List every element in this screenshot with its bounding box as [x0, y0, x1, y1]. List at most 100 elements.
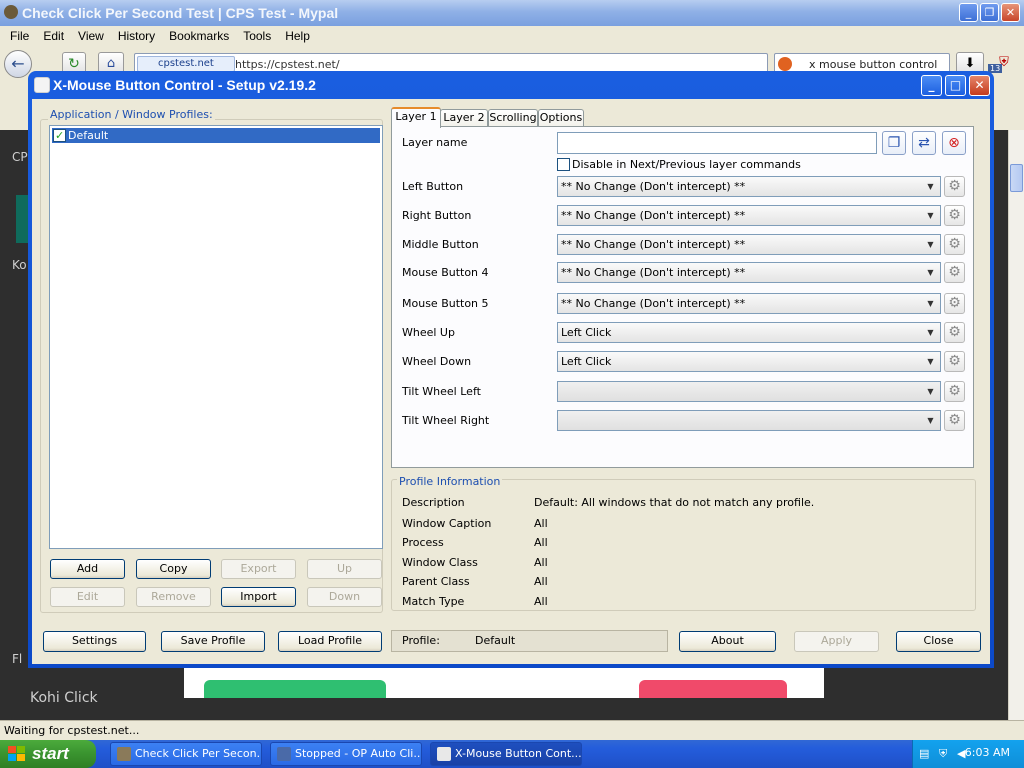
chevron-down-icon[interactable]: ▼ [922, 324, 939, 341]
start-button[interactable]: start [0, 740, 96, 768]
menu-view[interactable]: View [72, 26, 110, 46]
browser-titlebar: Check Click Per Second Test | CPS Test -… [0, 0, 1024, 26]
gear-icon[interactable]: ⚙ [944, 381, 965, 402]
dialog-maximize-icon[interactable]: □ [945, 75, 966, 96]
middle-button-select[interactable]: ** No Change (Don't intercept) ** ▼ [557, 234, 941, 255]
close-button[interactable]: Close [896, 631, 981, 652]
clock[interactable]: 6:03 AM [965, 746, 1010, 759]
profile-list[interactable]: Default [49, 125, 383, 549]
page-pink-button[interactable] [639, 680, 787, 698]
menu-edit[interactable]: Edit [37, 26, 70, 46]
minimize-icon[interactable]: _ [959, 3, 978, 22]
tilt-wheel-right-label: Tilt Wheel Right [402, 414, 490, 427]
search-engine-icon[interactable] [778, 57, 792, 71]
taskbar-item-autoclicker[interactable]: Stopped - OP Auto Cli... [270, 742, 422, 766]
gear-icon[interactable]: ⚙ [944, 410, 965, 431]
settings-button[interactable]: Settings [43, 631, 146, 652]
gear-icon[interactable]: ⚙ [944, 262, 965, 283]
chevron-down-icon[interactable]: ▼ [922, 383, 939, 400]
export-button[interactable]: Export [221, 559, 296, 579]
gear-icon[interactable]: ⚙ [944, 176, 965, 197]
process-label: Process [402, 536, 444, 549]
description-label: Description [402, 496, 465, 509]
chevron-down-icon[interactable]: ▼ [922, 236, 939, 253]
wheel-up-select[interactable]: Left Click ▼ [557, 322, 941, 343]
profile-name: Default [68, 129, 109, 142]
chevron-down-icon[interactable]: ▼ [922, 412, 939, 429]
page-text-fragment: Ko [12, 258, 27, 272]
about-button[interactable]: About [679, 631, 776, 652]
mouse-button-4-select[interactable]: ** No Change (Don't intercept) ** ▼ [557, 262, 941, 283]
swap-layer-icon[interactable]: ⇄ [912, 131, 936, 155]
disable-layer-label: Disable in Next/Previous layer commands [572, 158, 801, 171]
apply-button[interactable]: Apply [794, 631, 879, 652]
kohi-click-link[interactable]: Kohi Click [30, 690, 98, 706]
taskbar-item-browser[interactable]: Check Click Per Secon... [110, 742, 262, 766]
load-profile-button[interactable]: Load Profile [278, 631, 382, 652]
layer-name-input[interactable] [557, 132, 877, 154]
gear-icon[interactable]: ⚙ [944, 234, 965, 255]
add-button[interactable]: Add [50, 559, 125, 579]
dialog-minimize-icon[interactable]: _ [921, 75, 942, 96]
dialog-body: Application / Window Profiles: Default A… [32, 99, 990, 664]
scrollbar-thumb[interactable] [1010, 164, 1023, 192]
right-button-select[interactable]: ** No Change (Don't intercept) ** ▼ [557, 205, 941, 226]
mouse-button-5-label: Mouse Button 5 [402, 297, 489, 310]
security-shield-icon[interactable]: ⛨ [939, 747, 951, 761]
chevron-down-icon[interactable]: ▼ [922, 207, 939, 224]
tilt-wheel-left-label: Tilt Wheel Left [402, 385, 481, 398]
chevron-down-icon[interactable]: ▼ [922, 295, 939, 312]
close-icon[interactable]: ✕ [1001, 3, 1020, 22]
profile-information-label: Profile Information [397, 475, 503, 488]
windows-logo-icon [8, 746, 26, 762]
chevron-down-icon[interactable]: ▼ [922, 178, 939, 195]
menu-help[interactable]: Help [279, 26, 316, 46]
import-button[interactable]: Import [221, 587, 296, 607]
copy-layer-icon[interactable]: ❐ [882, 131, 906, 155]
gear-icon[interactable]: ⚙ [944, 205, 965, 226]
disable-layer-checkbox[interactable] [557, 158, 570, 171]
tab-options[interactable]: Options [538, 109, 584, 127]
tab-layer-1[interactable]: Layer 1 [391, 107, 441, 128]
gear-icon[interactable]: ⚙ [944, 351, 965, 372]
current-profile-panel: Profile: Default [391, 630, 668, 652]
window-class-label: Window Class [402, 556, 478, 569]
restore-icon[interactable]: ❐ [980, 3, 999, 22]
remove-button[interactable]: Remove [136, 587, 211, 607]
browser-logo-icon [4, 5, 18, 19]
autoclicker-app-icon [277, 747, 291, 761]
wheel-down-select[interactable]: Left Click ▼ [557, 351, 941, 372]
middle-button-label: Middle Button [402, 238, 479, 251]
site-identity-badge[interactable]: cpstest.net [137, 56, 235, 72]
down-button[interactable]: Down [307, 587, 382, 607]
edit-button[interactable]: Edit [50, 587, 125, 607]
clear-layer-icon[interactable]: ⊗ [942, 131, 966, 155]
chevron-down-icon[interactable]: ▼ [922, 353, 939, 370]
taskbar-item-xmouse[interactable]: X-Mouse Button Cont... [430, 742, 582, 766]
page-scrollbar[interactable] [1008, 130, 1024, 720]
tilt-wheel-left-select[interactable]: ▼ [557, 381, 941, 402]
chevron-down-icon[interactable]: ▼ [922, 264, 939, 281]
up-button[interactable]: Up [307, 559, 382, 579]
keyboard-icon[interactable]: ▤ [919, 747, 931, 761]
gear-icon[interactable]: ⚙ [944, 293, 965, 314]
menu-file[interactable]: File [4, 26, 35, 46]
wheel-up-value: Left Click [561, 326, 612, 339]
profile-item-default[interactable]: Default [52, 128, 380, 143]
dialog-close-icon[interactable]: ✕ [969, 75, 990, 96]
tab-layer-2[interactable]: Layer 2 [440, 109, 488, 127]
dialog-titlebar[interactable]: X-Mouse Button Control - Setup v2.19.2 _… [28, 71, 994, 99]
menu-history[interactable]: History [112, 26, 161, 46]
gear-icon[interactable]: ⚙ [944, 322, 965, 343]
menu-bookmarks[interactable]: Bookmarks [163, 26, 235, 46]
save-profile-button[interactable]: Save Profile [161, 631, 265, 652]
copy-button[interactable]: Copy [136, 559, 211, 579]
left-button-select[interactable]: ** No Change (Don't intercept) ** ▼ [557, 176, 941, 197]
layer-name-label: Layer name [402, 136, 468, 149]
tab-scrolling[interactable]: Scrolling [488, 109, 538, 127]
tilt-wheel-right-select[interactable]: ▼ [557, 410, 941, 431]
mouse-button-5-select[interactable]: ** No Change (Don't intercept) ** ▼ [557, 293, 941, 314]
page-green-button[interactable] [204, 680, 386, 698]
profile-checkbox[interactable] [53, 128, 66, 143]
menu-tools[interactable]: Tools [237, 26, 277, 46]
